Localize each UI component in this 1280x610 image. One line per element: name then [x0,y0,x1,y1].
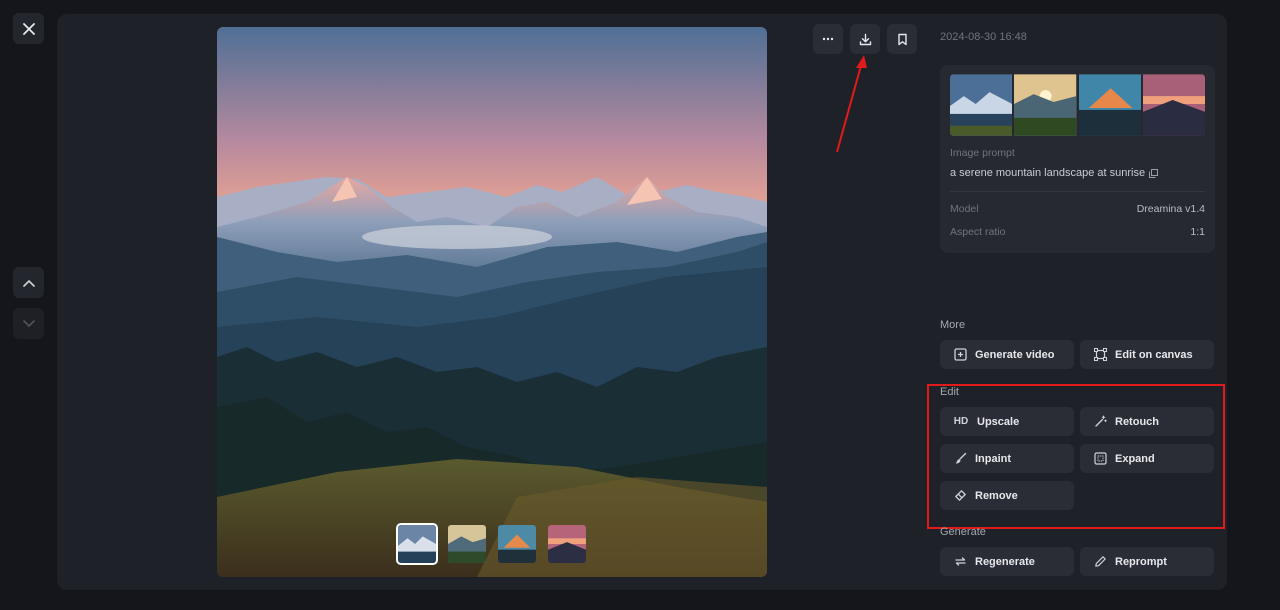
canvas-icon [1093,348,1107,362]
annotation-arrow [836,55,867,153]
edit-on-canvas-label: Edit on canvas [1115,348,1193,361]
regenerate-label: Regenerate [975,555,1035,568]
prompt-value: a serene mountain landscape at sunrise [950,167,1146,179]
variant-thumbnail[interactable] [546,523,588,565]
meta-row-aspect-ratio: Aspect ratio 1:1 [950,226,1205,238]
variant-thumbnail[interactable] [496,523,538,565]
prompt-label: Image prompt [950,147,1015,159]
refresh-icon [953,555,967,569]
result-thumbnail[interactable] [1142,74,1205,136]
close-icon [22,22,35,35]
variant-thumbnails [396,523,588,565]
reprompt-label: Reprompt [1115,555,1167,568]
edit-on-canvas-button[interactable]: Edit on canvas [1080,340,1214,369]
variant-thumbnail[interactable] [446,523,488,565]
copy-icon[interactable] [1149,168,1159,178]
meta-key: Model [950,203,979,215]
next-image-button[interactable] [13,308,44,339]
meta-key: Aspect ratio [950,226,1006,238]
main-image [217,27,767,577]
details-sidebar: 2024-08-30 16:48 Image prompt a serene m… [940,27,1215,253]
result-thumbnail[interactable] [1014,74,1077,136]
generate-video-button[interactable]: Generate video [940,340,1074,369]
meta-value: 1:1 [1190,226,1205,238]
regenerate-button[interactable]: Regenerate [940,547,1074,576]
annotation-highlight-box [927,384,1225,529]
previous-image-button[interactable] [13,267,44,298]
close-button[interactable] [13,13,44,44]
bookmark-icon [897,33,907,45]
meta-row-model: Model Dreamina v1.4 [950,203,1205,215]
created-timestamp: 2024-08-30 16:48 [940,31,1027,43]
generation-info-card: Image prompt a serene mountain landscape… [940,65,1215,253]
result-thumbnails [950,74,1205,136]
prompt-text: a serene mountain landscape at sunrise [950,167,1205,179]
generate-video-label: Generate video [975,348,1055,361]
chevron-down-icon [22,319,35,327]
video-plus-icon [953,348,967,362]
result-thumbnail[interactable] [1078,74,1141,136]
section-label-more: More [940,319,966,331]
result-thumbnail[interactable] [950,74,1013,136]
chevron-up-icon [22,279,35,287]
reprompt-button[interactable]: Reprompt [1080,547,1214,576]
download-icon [859,33,871,45]
variant-thumbnail[interactable] [396,523,438,565]
meta-value: Dreamina v1.4 [1136,203,1205,215]
section-label-generate: Generate [940,526,986,538]
bookmark-button[interactable] [887,24,917,54]
pencil-icon [1093,555,1107,569]
ellipsis-icon [822,37,834,41]
divider [950,191,1205,192]
